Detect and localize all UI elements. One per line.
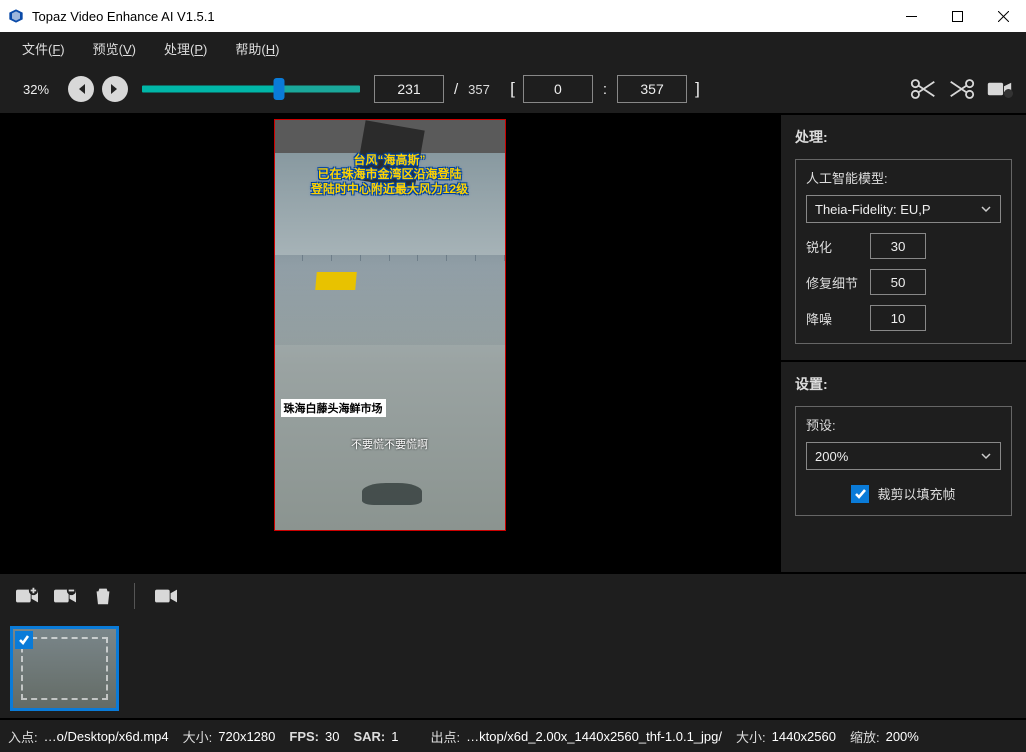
zoom-level: 32% [12,82,60,97]
title-bar: Topaz Video Enhance AI V1.5.1 [0,0,1026,32]
cut-out-button[interactable] [946,74,976,104]
restore-input[interactable] [870,269,926,295]
bracket-open: [ [510,79,515,99]
minimize-button[interactable] [888,0,934,32]
crop-label: 裁剪以填充帧 [877,484,955,503]
out-path-key: 出点: [431,727,461,746]
prev-frame-button[interactable] [68,76,94,102]
in-path-value: …o/Desktop/x6d.mp4 [44,729,169,744]
processing-header: 处理: [795,127,1012,147]
status-bar: 入点: …o/Desktop/x6d.mp4 大小: 720x1280 FPS:… [0,718,1026,752]
clip-thumbnail[interactable] [10,626,119,711]
menu-process[interactable]: 处理(P) [154,35,217,62]
settings-group: 预设: 200% 裁剪以填充帧 [795,406,1012,516]
preset-dropdown[interactable]: 200% [806,442,1001,470]
side-panel: 处理: 人工智能模型: Theia-Fidelity: EU,P 锐化 修复细节… [779,115,1026,572]
current-frame-input[interactable] [374,75,444,103]
model-label: 人工智能模型: [806,168,1001,187]
next-frame-button[interactable] [102,76,128,102]
maximize-button[interactable] [934,0,980,32]
sar-value: 1 [391,729,398,744]
fps-key: FPS: [289,729,319,744]
record-preview-button[interactable] [984,74,1014,104]
delete-button[interactable] [86,579,120,613]
model-value: Theia-Fidelity: EU,P [815,202,980,217]
caption-headline: 台风“海高斯” 已在珠海市金湾区沿海登陆 登陆时中心附近最大风力12级 [275,153,505,196]
menu-help[interactable]: 帮助(H) [225,35,289,62]
model-dropdown[interactable]: Theia-Fidelity: EU,P [806,195,1001,223]
in-size-key: 大小: [183,727,213,746]
cut-in-button[interactable] [908,74,938,104]
out-size-value: 1440x2560 [772,729,836,744]
preset-value: 200% [815,449,980,464]
bracket-close: ] [695,79,700,99]
in-frame-input[interactable] [523,75,593,103]
total-frames: 357 [468,82,502,97]
remove-clip-button[interactable] [48,579,82,613]
sharpen-input[interactable] [870,233,926,259]
in-size-value: 720x1280 [218,729,275,744]
processing-group: 人工智能模型: Theia-Fidelity: EU,P 锐化 修复细节 降噪 [795,159,1012,344]
preview-area: 台风“海高斯” 已在珠海市金湾区沿海登陆 登陆时中心附近最大风力12级 珠海白藤… [0,115,779,572]
timeline-slider[interactable] [142,77,360,101]
scale-key: 缩放: [850,727,880,746]
thumbnail-strip [0,618,1026,718]
fps-value: 30 [325,729,339,744]
in-path-key: 入点: [8,727,38,746]
sharpen-label: 锐化 [806,237,862,256]
settings-header: 设置: [795,374,1012,394]
restore-label: 修复细节 [806,273,862,292]
out-size-key: 大小: [736,727,766,746]
caption-location: 珠海白藤头海鲜市场 [281,399,386,417]
sar-key: SAR: [353,729,385,744]
out-path-value: …ktop/x6d_2.00x_1440x2560_thf-1.0.1_jpg/ [466,729,722,744]
out-frame-input[interactable] [617,75,687,103]
thumbnail-checkbox[interactable] [15,631,33,649]
menu-bar: 文件(F) 预览(V) 处理(P) 帮助(H) [0,32,1026,65]
playback-toolbar: 32% / 357 [ : ] [0,65,1026,115]
preset-label: 预设: [806,415,1001,434]
process-button[interactable] [149,579,183,613]
scale-value: 200% [886,729,919,744]
menu-preview[interactable]: 预览(V) [83,35,146,62]
frame-separator: / [452,81,460,98]
add-clip-button[interactable] [10,579,44,613]
menu-file[interactable]: 文件(F) [12,35,75,62]
range-separator: : [601,81,609,98]
clip-toolbar [0,572,1026,618]
video-frame[interactable]: 台风“海高斯” 已在珠海市金湾区沿海登陆 登陆时中心附近最大风力12级 珠海白藤… [274,119,506,531]
caption-subtitle: 不要慌不要慌啊 [275,436,505,452]
app-logo-icon [8,8,24,24]
chevron-down-icon [980,203,992,215]
window-title: Topaz Video Enhance AI V1.5.1 [32,9,888,24]
separator [134,583,135,609]
denoise-input[interactable] [870,305,926,331]
crop-checkbox[interactable] [851,485,869,503]
chevron-down-icon [980,450,992,462]
denoise-label: 降噪 [806,309,862,328]
close-button[interactable] [980,0,1026,32]
